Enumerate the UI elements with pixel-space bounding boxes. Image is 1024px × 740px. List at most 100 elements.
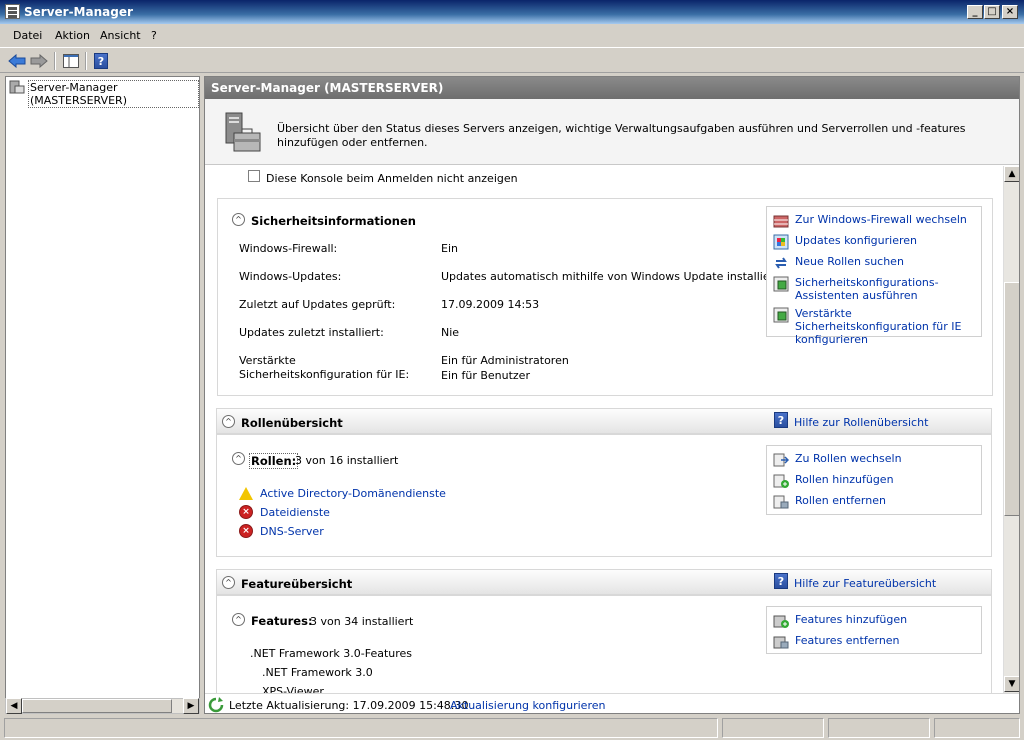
feature-item: .NET Framework 3.0 xyxy=(262,666,373,679)
details-title: Server-Manager (MASTERSERVER) xyxy=(211,81,444,95)
help-button[interactable]: ? xyxy=(90,51,112,71)
add-roles-icon xyxy=(773,474,789,488)
task-find-roles[interactable]: Neue Rollen suchen xyxy=(773,255,904,271)
server-icon xyxy=(9,80,25,94)
value-ie-esc-user: Ein für Benutzer xyxy=(441,369,530,382)
server-manager-icon xyxy=(5,4,20,19)
details-pane: Server-Manager (MASTERSERVER) Übersicht … xyxy=(204,76,1020,714)
menu-aktion[interactable]: Aktion xyxy=(55,29,90,42)
scroll-up-button[interactable]: ▲ xyxy=(1004,166,1019,182)
scroll-thumb[interactable] xyxy=(1004,282,1019,516)
scroll-down-button[interactable]: ▼ xyxy=(1004,676,1019,692)
role-item[interactable]: × DNS-Server xyxy=(239,523,324,539)
roles-title: Rollenübersicht xyxy=(241,416,343,430)
close-button[interactable]: × xyxy=(1002,5,1018,19)
error-icon: × xyxy=(239,505,253,519)
remove-roles-icon xyxy=(773,495,789,509)
firewall-icon xyxy=(773,215,789,228)
feature-item: XPS-Viewer xyxy=(262,685,324,693)
security-title: Sicherheitsinformationen xyxy=(251,214,416,228)
tree-item-server-manager[interactable]: Server-Manager (MASTERSERVER) xyxy=(28,80,199,108)
security-tasks: Zur Windows-Firewall wechseln Updates ko… xyxy=(766,206,982,346)
ie-esc-icon xyxy=(773,307,789,323)
menu-datei[interactable]: Datei xyxy=(13,29,42,42)
window-title: Server-Manager xyxy=(24,5,133,19)
back-arrow-icon xyxy=(8,54,26,68)
label-last-installed: Updates zuletzt installiert: xyxy=(239,326,384,339)
value-ie-esc-admin: Ein für Administratoren xyxy=(441,354,569,367)
show-hide-tree-button[interactable] xyxy=(60,51,82,71)
refresh-status: Letzte Aktualisierung: 17.09.2009 15:48:… xyxy=(205,693,1019,713)
minimize-button[interactable]: _ xyxy=(967,5,983,19)
collapse-security-button[interactable]: ^ xyxy=(232,213,245,226)
hide-console-checkbox[interactable] xyxy=(248,170,260,182)
toolbar-separator xyxy=(85,52,87,70)
status-panel xyxy=(934,718,1020,738)
remove-features-icon xyxy=(773,636,789,649)
task-security-wizard[interactable]: Sicherheitskonfigurations-Assistenten au… xyxy=(773,276,965,304)
value-last-checked: 17.09.2009 14:53 xyxy=(441,298,540,311)
forward-button[interactable] xyxy=(28,51,50,71)
error-icon: × xyxy=(239,524,253,538)
menu-help[interactable]: ? xyxy=(151,29,157,42)
task-remove-roles[interactable]: Rollen entfernen xyxy=(773,494,886,510)
roles-tasks: Zu Rollen wechseln Rollen hinzufügen Rol… xyxy=(766,445,982,515)
help-icon: ? xyxy=(774,412,788,428)
configure-refresh-link[interactable]: Aktualisierung konfigurieren xyxy=(450,699,605,712)
toolbar-separator xyxy=(54,52,56,70)
scroll-content: Diese Konsole beim Anmelden nicht anzeig… xyxy=(205,166,1003,693)
features-tasks: Features hinzufügen Features entfernen xyxy=(766,606,982,654)
help-icon: ? xyxy=(774,573,788,589)
help-icon: ? xyxy=(94,53,108,69)
role-item[interactable]: Active Directory-Domänendienste xyxy=(239,485,446,501)
task-firewall[interactable]: Zur Windows-Firewall wechseln xyxy=(773,213,967,229)
feature-item: .NET Framework 3.0-Features xyxy=(250,647,413,660)
back-button[interactable] xyxy=(6,51,28,71)
value-firewall: Ein xyxy=(441,242,458,255)
maximize-button[interactable]: □ xyxy=(984,5,1000,19)
console-tree-icon xyxy=(63,54,79,68)
details-vertical-scrollbar[interactable]: ▲ ▼ xyxy=(1003,166,1019,693)
console-tree: Server-Manager (MASTERSERVER) xyxy=(5,76,200,699)
go-to-roles-icon xyxy=(773,453,789,467)
label-updates: Windows-Updates: xyxy=(239,270,342,283)
scroll-left-button[interactable]: ◀ xyxy=(6,698,22,714)
task-add-features[interactable]: Features hinzufügen xyxy=(773,613,907,629)
roles-sub-label[interactable]: Rollen: xyxy=(249,453,299,469)
menu-ansicht[interactable]: Ansicht xyxy=(100,29,141,42)
value-last-installed: Nie xyxy=(441,326,460,339)
scroll-right-button[interactable]: ▶ xyxy=(183,698,199,714)
refresh-arrows-icon xyxy=(775,257,787,269)
roles-help-link[interactable]: Hilfe zur Rollenübersicht xyxy=(794,416,928,429)
title-bar: Server-Manager _ □ × xyxy=(0,0,1024,24)
collapse-roles-sub-button[interactable]: ^ xyxy=(232,452,245,465)
last-update-text: Letzte Aktualisierung: 17.09.2009 15:48:… xyxy=(229,699,469,712)
scroll-thumb[interactable] xyxy=(22,699,172,713)
task-remove-features[interactable]: Features entfernen xyxy=(773,634,900,650)
forward-arrow-icon xyxy=(30,54,48,68)
features-count: 3 von 34 installiert xyxy=(310,615,414,628)
collapse-features-button[interactable]: ^ xyxy=(222,576,235,589)
windows-update-icon xyxy=(773,234,789,250)
security-wizard-icon xyxy=(773,276,789,292)
tree-horizontal-scrollbar[interactable]: ◀ ▶ xyxy=(5,698,200,714)
status-panel xyxy=(722,718,824,738)
collapse-roles-button[interactable]: ^ xyxy=(222,415,235,428)
task-go-to-roles[interactable]: Zu Rollen wechseln xyxy=(773,452,902,468)
roles-count: 3 von 16 installiert xyxy=(295,454,399,467)
task-configure-updates[interactable]: Updates konfigurieren xyxy=(773,234,917,250)
checkbox-label: Diese Konsole beim Anmelden nicht anzeig… xyxy=(266,172,518,185)
menu-bar: Datei Aktion Ansicht ? xyxy=(0,26,1024,46)
features-sub-label[interactable]: Features: xyxy=(251,614,313,628)
server-toolbox-icon xyxy=(225,112,261,152)
role-item[interactable]: × Dateidienste xyxy=(239,504,330,520)
features-help-link[interactable]: Hilfe zur Featureübersicht xyxy=(794,577,936,590)
label-firewall: Windows-Firewall: xyxy=(239,242,338,255)
value-updates: Updates automatisch mithilfe von Windows… xyxy=(441,270,788,283)
task-add-roles[interactable]: Rollen hinzufügen xyxy=(773,473,894,489)
label-last-checked: Zuletzt auf Updates geprüft: xyxy=(239,298,396,311)
toolbar: ? xyxy=(0,47,1024,73)
warning-icon xyxy=(239,486,253,500)
collapse-features-sub-button[interactable]: ^ xyxy=(232,613,245,626)
task-ie-esc-configure[interactable]: Verstärkte Sicherheitskonfiguration für … xyxy=(773,307,975,346)
